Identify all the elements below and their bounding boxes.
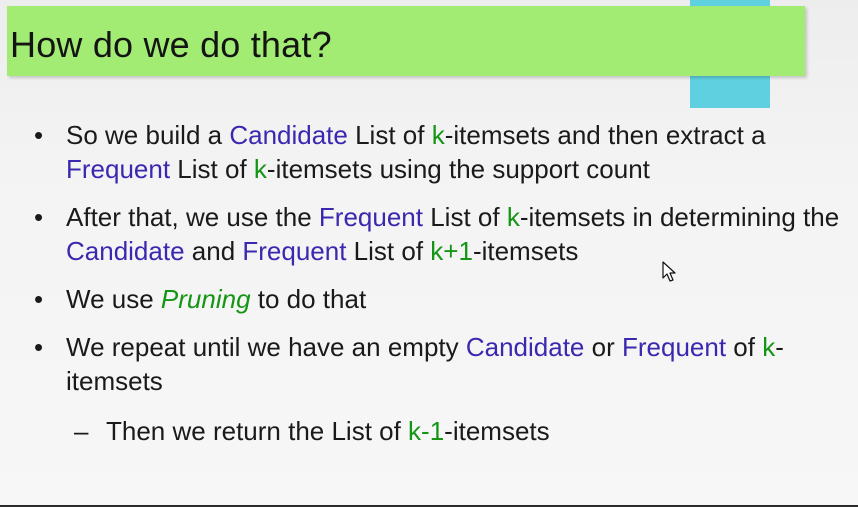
bullet-item: • After that, we use the Frequent List o… (0, 200, 858, 268)
bullet-list: • So we build a Candidate List of k-item… (0, 118, 858, 448)
bullet-text: List of (423, 202, 507, 232)
highlight-k: k (506, 202, 520, 232)
bullet-text: List of (170, 154, 254, 184)
highlight-frequent: Frequent (318, 202, 423, 232)
bullet-text: -itemsets in determining the (519, 202, 840, 232)
bullet-text: We repeat until we have an empty (66, 332, 466, 362)
bullet-text: So we build a (66, 120, 230, 150)
bullet-text: and (184, 236, 243, 266)
sub-bullet-dash: – (74, 416, 89, 446)
bullet-item: • So we build a Candidate List of k-item… (0, 118, 858, 186)
bullet-text: We use (66, 284, 161, 314)
bullet-text: to do that (250, 284, 367, 314)
bullet-text: of (726, 332, 763, 362)
highlight-candidate: Candidate (229, 120, 348, 150)
bullet-text: After that, we use the (66, 202, 319, 232)
slide-title: How do we do that? (10, 24, 332, 65)
highlight-frequent: Frequent (242, 236, 347, 266)
highlight-frequent: Frequent (66, 154, 171, 184)
highlight-k: k (762, 332, 776, 362)
bullet-text: -itemsets and then extract a (444, 120, 766, 150)
mouse-pointer-icon (662, 261, 676, 282)
bullet-dot: • (34, 332, 44, 362)
highlight-k: k (431, 120, 445, 150)
highlight-candidate: Candidate (465, 332, 585, 362)
bullet-text: or (584, 332, 622, 362)
highlight-pruning: Pruning (160, 284, 251, 314)
bullet-text: -itemsets using the support count (266, 154, 650, 184)
highlight-frequent: Frequent (621, 332, 727, 362)
bullet-item: • We use Pruning to do that (0, 282, 858, 316)
bullet-dot: • (34, 202, 44, 232)
bullet-text: List of (347, 120, 432, 150)
bullet-dot: • (34, 284, 44, 314)
slide: How do we do that? • So we build a Candi… (0, 0, 858, 505)
bullet-text: -itemsets (444, 416, 550, 446)
bullet-text: -itemsets (472, 236, 579, 266)
highlight-k: k (253, 154, 267, 184)
bullet-dot: • (34, 120, 44, 150)
bullet-text: Then we return the List of (106, 416, 409, 446)
bullet-text: List of (346, 236, 431, 266)
highlight-k-minus-1: k-1 (408, 416, 445, 446)
highlight-k-plus-1: k+1 (430, 236, 473, 266)
bullet-item: • We repeat until we have an empty Candi… (0, 330, 858, 398)
title-bar: How do we do that? (7, 6, 805, 76)
sub-bullet-item: – Then we return the List of k-1-itemset… (0, 414, 858, 448)
highlight-candidate: Candidate (66, 236, 185, 266)
